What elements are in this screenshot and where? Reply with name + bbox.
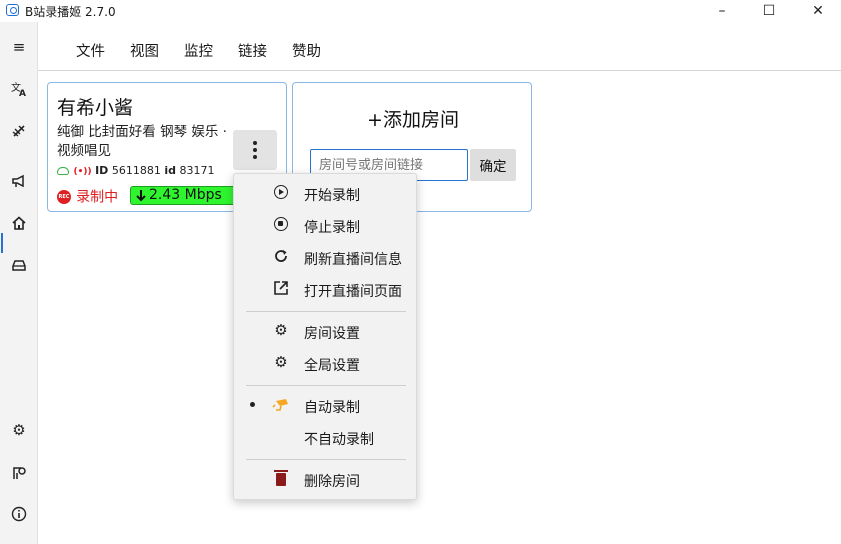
download-speed-badge: 2.43 Mbps (130, 186, 250, 205)
minimize-button[interactable]: – (699, 0, 745, 22)
menu-separator (246, 459, 406, 460)
stop-circle-icon (272, 214, 290, 234)
menu-links[interactable]: 链接 (238, 40, 267, 61)
menu-room-settings[interactable]: ⚙ 房间设置 (234, 316, 418, 346)
menu-refresh-room-info[interactable]: 刷新直播间信息 (234, 242, 418, 272)
cloud-icon (57, 167, 69, 175)
download-speed: 2.43 Mbps (149, 187, 222, 203)
home-icon[interactable] (0, 208, 38, 238)
recording-label: 录制中 (76, 189, 119, 206)
live-signal-icon: (•)) (73, 167, 92, 177)
room-name: 有希小酱 (57, 97, 134, 119)
settings-icon[interactable]: ⚙ (0, 415, 38, 445)
more-vertical-icon (253, 141, 257, 159)
room-context-menu: 开始录制 停止录制 刷新直播间信息 打开直播间页面 ⚙ 房间设置 ⚙ 全局设置 … (233, 173, 417, 500)
menu-view[interactable]: 视图 (130, 40, 159, 61)
recording-status: REC 录制中 2.43 Mbps (57, 186, 250, 206)
open-external-icon (272, 278, 290, 298)
menu-open-room-page[interactable]: 打开直播间页面 (234, 274, 418, 304)
menu-sponsor[interactable]: 赞助 (292, 40, 321, 61)
menu-separator (246, 311, 406, 312)
more-options-button[interactable] (233, 130, 277, 170)
room-id: 5611881 (111, 164, 161, 177)
selected-bullet-icon (250, 402, 255, 407)
menu-separator (246, 385, 406, 386)
announce-icon[interactable] (0, 166, 38, 196)
rec-icon: REC (57, 189, 71, 204)
short-id: 83171 (179, 164, 215, 177)
auto-record-icon (272, 394, 290, 414)
menu-start-recording[interactable]: 开始录制 (234, 178, 418, 208)
room-tags: 纯御 比封面好看 钢琴 娱乐 · 视频唱见 (57, 124, 227, 159)
maximize-button[interactable]: ☐ (746, 0, 792, 22)
menu-delete-room[interactable]: 删除房间 (234, 464, 418, 494)
menu-monitor[interactable]: 监控 (184, 40, 213, 61)
menu-no-auto-record[interactable]: 不自动录制 (234, 422, 418, 452)
gear-icon: ⚙ (274, 321, 288, 339)
translate-icon[interactable]: 文A (0, 74, 38, 104)
add-room-title: +添加房间 (367, 109, 459, 131)
trash-icon (272, 468, 290, 488)
menu-file[interactable]: 文件 (76, 40, 105, 61)
room-ids: (•)) ID 5611881 id 83171 (57, 164, 214, 177)
window-title: B站录播姬 2.7.0 (25, 5, 116, 19)
menu-icon[interactable]: ≡ (0, 32, 38, 62)
room-id-label: ID (95, 164, 109, 177)
menu-divider (38, 70, 841, 71)
menu-auto-record[interactable]: 自动录制 (234, 390, 418, 420)
confirm-button[interactable]: 确定 (470, 149, 516, 181)
menu-bar: 文件 视图 监控 链接 赞助 (38, 32, 841, 68)
close-button[interactable]: ✕ (795, 0, 841, 22)
info-icon[interactable] (0, 499, 38, 529)
short-id-label: id (164, 164, 176, 177)
car-icon[interactable] (0, 250, 38, 280)
title-bar: B站录播姬 2.7.0 – ☐ ✕ (0, 0, 841, 22)
feedback-icon[interactable] (0, 458, 38, 488)
offline-tool-icon[interactable] (0, 116, 38, 146)
app-logo-icon (6, 4, 19, 16)
svg-text:A: A (19, 89, 26, 97)
play-circle-icon (272, 182, 290, 202)
left-navigation: ≡ 文A ⚙ (0, 22, 38, 544)
menu-stop-recording[interactable]: 停止录制 (234, 210, 418, 240)
refresh-icon (272, 246, 290, 266)
menu-global-settings[interactable]: ⚙ 全局设置 (234, 348, 418, 378)
gear-icon: ⚙ (274, 353, 288, 371)
download-arrow-icon (136, 190, 146, 202)
